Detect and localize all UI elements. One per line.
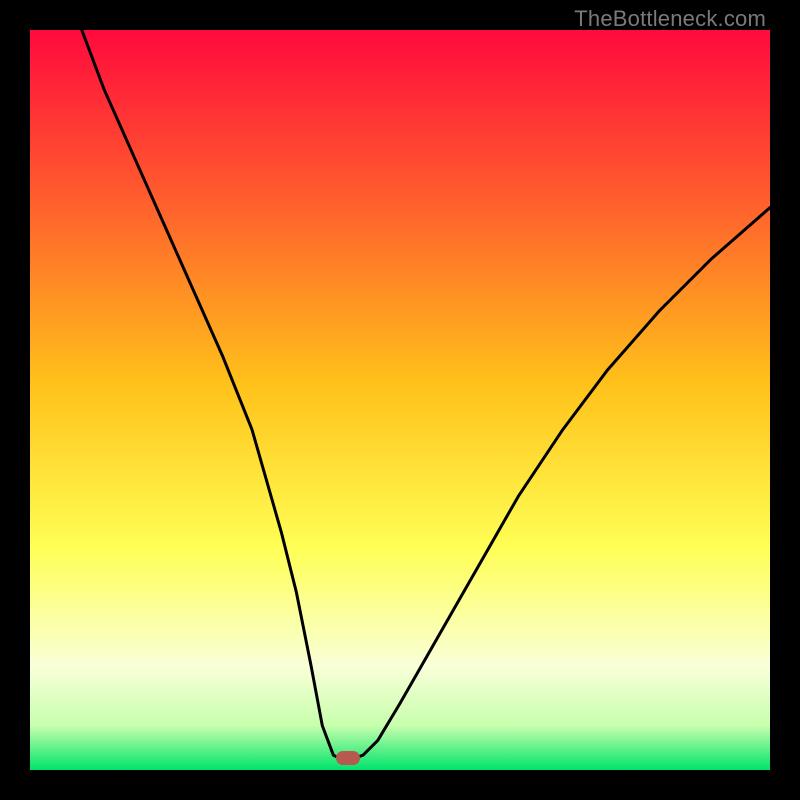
bottleneck-curve (30, 30, 770, 770)
frame: TheBottleneck.com (0, 0, 800, 800)
watermark-text: TheBottleneck.com (574, 6, 766, 32)
optimum-marker (336, 751, 360, 765)
plot-area (30, 30, 770, 770)
